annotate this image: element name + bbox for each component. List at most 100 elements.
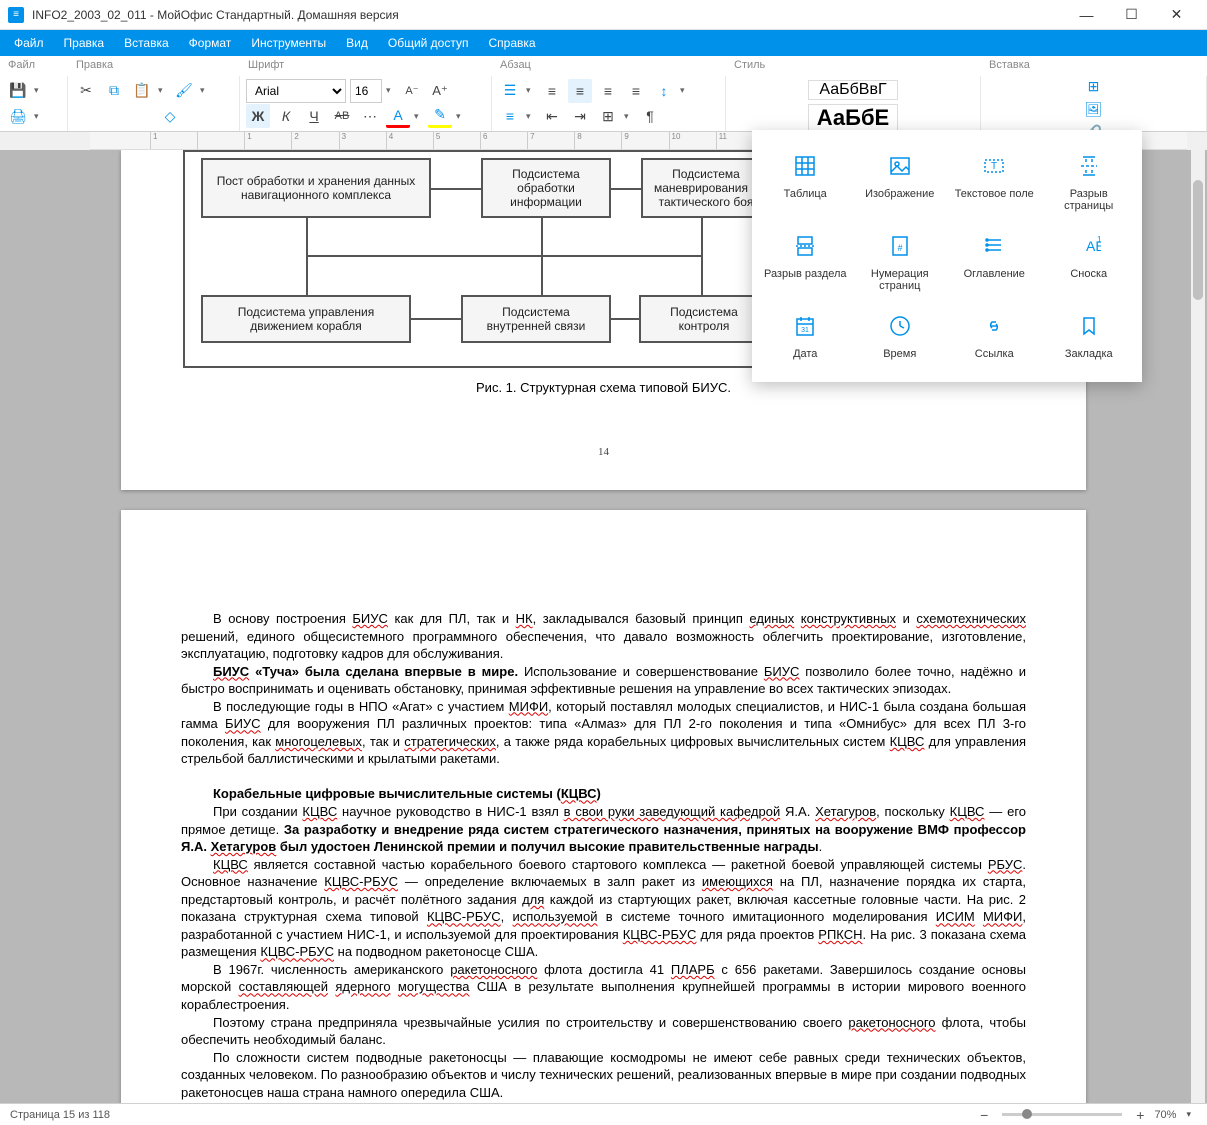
pilcrow-icon[interactable]: ¶: [638, 104, 662, 128]
document-text: В основу построения БИУС как для ПЛ, так…: [181, 610, 1026, 1101]
style-normal[interactable]: АаБбВвГ: [808, 80, 898, 100]
menu-edit[interactable]: Правка: [54, 32, 115, 54]
indent-icon[interactable]: ⊞: [596, 104, 620, 128]
vertical-scrollbar[interactable]: [1191, 150, 1205, 1103]
pagenum-icon: #: [886, 232, 914, 260]
insert-table[interactable]: Таблица: [758, 142, 853, 222]
insert-pagebreak[interactable]: Разрыв страницы: [1042, 142, 1137, 222]
decrease-indent-icon[interactable]: ⇤: [540, 104, 564, 128]
menu-share[interactable]: Общий доступ: [378, 32, 479, 54]
zoom-value: 70%: [1154, 1109, 1176, 1121]
underline-button[interactable]: Ч: [302, 104, 326, 128]
group-label-style: Стиль: [726, 56, 981, 76]
increase-indent-icon[interactable]: ⇥: [568, 104, 592, 128]
insert-link[interactable]: Ссылка: [947, 302, 1042, 370]
group-label-insert: Вставка: [981, 56, 1207, 76]
insert-time[interactable]: Время: [853, 302, 948, 370]
sectionbreak-icon: [791, 232, 819, 260]
copy-icon[interactable]: ⧉: [102, 79, 126, 103]
bold-button[interactable]: Ж: [246, 104, 270, 128]
date-icon: 31: [791, 312, 819, 340]
decrease-font-icon[interactable]: A⁻: [400, 79, 424, 103]
print-dropdown-icon[interactable]: ▾: [34, 111, 44, 122]
group-label-file: Файл: [0, 56, 68, 76]
app-icon: ≡: [8, 7, 24, 23]
insert-footnote[interactable]: АБ1 Сноска: [1042, 222, 1137, 302]
insert-sectionbreak[interactable]: Разрыв раздела: [758, 222, 853, 302]
diagram-box-4: Подсистема управления движением корабля: [201, 295, 411, 343]
insert-date[interactable]: 31 Дата: [758, 302, 853, 370]
group-label-paragraph: Абзац: [492, 56, 726, 76]
clear-format-icon[interactable]: ◇: [158, 104, 182, 128]
align-right-icon[interactable]: ≡: [596, 79, 620, 103]
menu-help[interactable]: Справка: [478, 32, 545, 54]
cut-icon[interactable]: ✂: [74, 79, 98, 103]
textbox-icon: T: [980, 152, 1008, 180]
toc-icon: [980, 232, 1008, 260]
page-2: В основу построения БИУС как для ПЛ, так…: [121, 510, 1086, 1103]
close-button[interactable]: ✕: [1154, 0, 1199, 30]
font-color-icon[interactable]: A: [386, 104, 410, 128]
menu-file[interactable]: Файл: [4, 32, 54, 54]
print-icon[interactable]: 🖨: [6, 104, 30, 128]
save-dropdown-icon[interactable]: ▾: [34, 85, 44, 96]
svg-text:1: 1: [1097, 235, 1101, 244]
group-label-edit: Правка: [68, 56, 240, 76]
numbered-list-icon[interactable]: ≡: [498, 104, 522, 128]
maximize-button[interactable]: ☐: [1109, 0, 1154, 30]
image-icon: [886, 152, 914, 180]
svg-text:31: 31: [801, 327, 809, 334]
menu-tools[interactable]: Инструменты: [241, 32, 336, 54]
bookmark-icon: [1075, 312, 1103, 340]
more-font-icon[interactable]: ⋯: [358, 104, 382, 128]
minimize-button[interactable]: —: [1064, 0, 1109, 30]
insert-bookmark[interactable]: Закладка: [1042, 302, 1137, 370]
bullet-list-icon[interactable]: ☰: [498, 79, 522, 103]
diagram-box-2: Подсистема обработки информации: [481, 158, 611, 218]
menu-format[interactable]: Формат: [179, 32, 242, 54]
zoom-dropdown-icon[interactable]: ▾: [1180, 1109, 1197, 1120]
footnote-icon: АБ1: [1075, 232, 1103, 260]
table-icon: [791, 152, 819, 180]
insert-image-icon[interactable]: 🖼: [1082, 101, 1106, 118]
zoom-in-button[interactable]: +: [1130, 1107, 1150, 1123]
titlebar: ≡ INFO2_2003_02_011 - МойОфис Стандартны…: [0, 0, 1207, 30]
paste-icon[interactable]: 📋: [130, 79, 154, 103]
figure-caption: Рис. 1. Структурная схема типовой БИУС.: [181, 380, 1026, 396]
insert-toc[interactable]: Оглавление: [947, 222, 1042, 302]
time-icon: [886, 312, 914, 340]
align-center-icon[interactable]: ≡: [568, 79, 592, 103]
align-left-icon[interactable]: ≡: [540, 79, 564, 103]
diagram-box-6: Подсистема контроля: [639, 295, 769, 343]
line-spacing-icon[interactable]: ↕: [652, 79, 676, 103]
format-painter-icon[interactable]: 🖌: [172, 79, 196, 103]
save-icon[interactable]: 💾: [6, 79, 30, 103]
zoom-out-button[interactable]: −: [974, 1107, 994, 1123]
font-family-select[interactable]: Arial: [246, 79, 346, 103]
menu-insert[interactable]: Вставка: [114, 32, 179, 54]
font-size-input[interactable]: [350, 79, 382, 103]
italic-button[interactable]: К: [274, 104, 298, 128]
statusbar: Страница 15 из 118 − + 70% ▾: [0, 1103, 1207, 1125]
toolbar-labels: Файл Правка Шрифт Абзац Стиль Вставка: [0, 56, 1207, 76]
page-indicator: Страница 15 из 118: [10, 1109, 110, 1121]
insert-table-icon[interactable]: ⊞: [1082, 78, 1106, 95]
insert-dropdown-panel: Таблица Изображение T Текстовое поле Раз…: [752, 130, 1142, 382]
insert-image[interactable]: Изображение: [853, 142, 948, 222]
zoom-thumb[interactable]: [1022, 1109, 1032, 1119]
highlight-icon[interactable]: ✎: [428, 104, 452, 128]
scrollbar-thumb[interactable]: [1193, 180, 1203, 300]
svg-text:T: T: [991, 161, 997, 172]
group-label-font: Шрифт: [240, 56, 492, 76]
align-justify-icon[interactable]: ≡: [624, 79, 648, 103]
strike-button[interactable]: АВ: [330, 104, 354, 128]
increase-font-icon[interactable]: A⁺: [428, 79, 452, 103]
menu-view[interactable]: Вид: [336, 32, 378, 54]
zoom-slider[interactable]: [1002, 1113, 1122, 1116]
pagebreak-icon: [1075, 152, 1103, 180]
window-title: INFO2_2003_02_011 - МойОфис Стандартный.…: [32, 8, 1064, 22]
insert-pagenum[interactable]: # Нумерация страниц: [853, 222, 948, 302]
insert-textbox[interactable]: T Текстовое поле: [947, 142, 1042, 222]
style-heading[interactable]: АаБбЕ: [808, 104, 898, 132]
toolbar: 💾▾ 🖨▾ ✂ ⧉ 📋▾ 🖌▾ x x x ◇ Arial ▾ A⁻ A⁺ Ж …: [0, 76, 1207, 132]
